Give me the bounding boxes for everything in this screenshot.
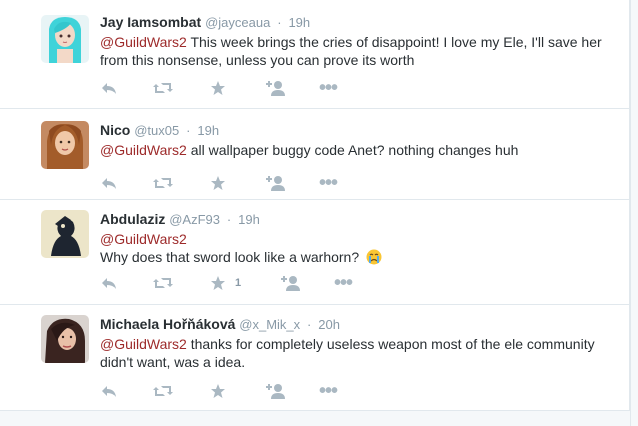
- avatar[interactable]: [41, 210, 89, 258]
- mention-link[interactable]: @GuildWars2: [100, 231, 187, 247]
- reply-button[interactable]: [100, 274, 118, 292]
- follow-button[interactable]: [265, 79, 285, 97]
- timeline: Jay Iamsombat @jayceaua · 19h @GuildWars…: [0, 0, 630, 411]
- tweet-header: Abdulaziz @AzF93 · 19h: [100, 210, 621, 229]
- favorite-button[interactable]: [210, 174, 235, 192]
- retweet-button[interactable]: [152, 174, 174, 192]
- star-icon: [211, 276, 225, 290]
- timestamp[interactable]: 19h: [238, 212, 260, 227]
- timestamp[interactable]: 20h: [318, 317, 340, 332]
- timeline-footer: [0, 412, 630, 426]
- more-button[interactable]: •••: [319, 380, 338, 402]
- fullname[interactable]: Abdulaziz: [100, 211, 165, 227]
- reply-icon: [102, 83, 116, 94]
- star-icon: [211, 81, 225, 95]
- fullname[interactable]: Nico: [100, 122, 130, 138]
- tweet-body: all wallpaper buggy code Anet? nothing c…: [186, 142, 519, 158]
- timestamp[interactable]: 19h: [288, 15, 310, 30]
- tweet-header: Jay Iamsombat @jayceaua · 19h: [100, 13, 621, 32]
- add-user-icon: [266, 384, 285, 399]
- tweet-text: @GuildWars2 This week brings the cries o…: [100, 33, 621, 69]
- tweet[interactable]: Jay Iamsombat @jayceaua · 19h @GuildWars…: [0, 0, 629, 109]
- more-button[interactable]: •••: [334, 272, 353, 294]
- add-user-icon: [266, 176, 285, 191]
- timestamp[interactable]: 19h: [197, 123, 219, 138]
- mention-link[interactable]: @GuildWars2: [100, 336, 187, 352]
- avatar[interactable]: [41, 315, 89, 363]
- retweet-icon: [153, 178, 173, 188]
- mention-link[interactable]: @GuildWars2: [100, 34, 187, 50]
- favorite-count: 1: [235, 277, 242, 289]
- star-icon: [211, 176, 225, 190]
- avatar[interactable]: [41, 15, 89, 63]
- retweet-button[interactable]: [152, 382, 174, 400]
- separator: ·: [277, 15, 282, 30]
- add-user-icon: [266, 81, 285, 96]
- username[interactable]: @tux05: [134, 123, 179, 138]
- add-user-icon: [281, 276, 300, 291]
- reply-button[interactable]: [100, 174, 118, 192]
- follow-button[interactable]: [280, 274, 300, 292]
- retweet-button[interactable]: [152, 79, 174, 97]
- reply-button[interactable]: [100, 382, 118, 400]
- tweet-text: @GuildWars2 all wallpaper buggy code Ane…: [100, 141, 621, 159]
- favorite-button[interactable]: [210, 382, 235, 400]
- reply-icon: [102, 278, 116, 289]
- crying-face-emoji-icon: [366, 249, 382, 265]
- tweet-text: @GuildWars2 Why does that sword look lik…: [100, 230, 621, 266]
- separator: ·: [307, 317, 312, 332]
- retweet-icon: [153, 278, 173, 288]
- username[interactable]: @AzF93: [169, 212, 220, 227]
- star-icon: [211, 384, 225, 398]
- tweet[interactable]: Abdulaziz @AzF93 · 19h @GuildWars2 Why d…: [0, 200, 629, 305]
- avatar[interactable]: [41, 121, 89, 169]
- tweet[interactable]: Michaela Hořňáková @x_Mik_x · 20h @Guild…: [0, 305, 629, 411]
- more-button[interactable]: •••: [319, 172, 338, 194]
- tweet-header: Michaela Hořňáková @x_Mik_x · 20h: [100, 315, 621, 334]
- fullname[interactable]: Jay Iamsombat: [100, 14, 201, 30]
- reply-icon: [102, 178, 116, 189]
- more-icon: •••: [319, 380, 338, 402]
- retweet-icon: [153, 83, 173, 93]
- favorite-button[interactable]: 1: [210, 274, 241, 292]
- follow-button[interactable]: [265, 174, 285, 192]
- more-icon: •••: [319, 172, 338, 194]
- reply-button[interactable]: [100, 79, 118, 97]
- follow-button[interactable]: [265, 382, 285, 400]
- mention-link[interactable]: @GuildWars2: [100, 142, 187, 158]
- more-icon: •••: [319, 77, 338, 99]
- more-button[interactable]: •••: [319, 77, 338, 99]
- more-icon: •••: [334, 272, 353, 294]
- separator: ·: [186, 123, 191, 138]
- separator: ·: [226, 212, 232, 227]
- favorite-button[interactable]: [210, 79, 235, 97]
- tweet-body: Why does that sword look like a warhorn?: [100, 249, 360, 265]
- username[interactable]: @jayceaua: [205, 15, 270, 30]
- fullname[interactable]: Michaela Hořňáková: [100, 316, 235, 332]
- reply-icon: [102, 386, 116, 397]
- username[interactable]: @x_Mik_x: [239, 317, 300, 332]
- retweet-icon: [153, 386, 173, 396]
- tweet-header: Nico @tux05 · 19h: [100, 121, 621, 140]
- scrollbar[interactable]: [630, 0, 638, 426]
- tweet[interactable]: Nico @tux05 · 19h @GuildWars2 all wallpa…: [0, 109, 629, 200]
- tweet-text: @GuildWars2 thanks for completely useles…: [100, 335, 621, 371]
- retweet-button[interactable]: [152, 274, 174, 292]
